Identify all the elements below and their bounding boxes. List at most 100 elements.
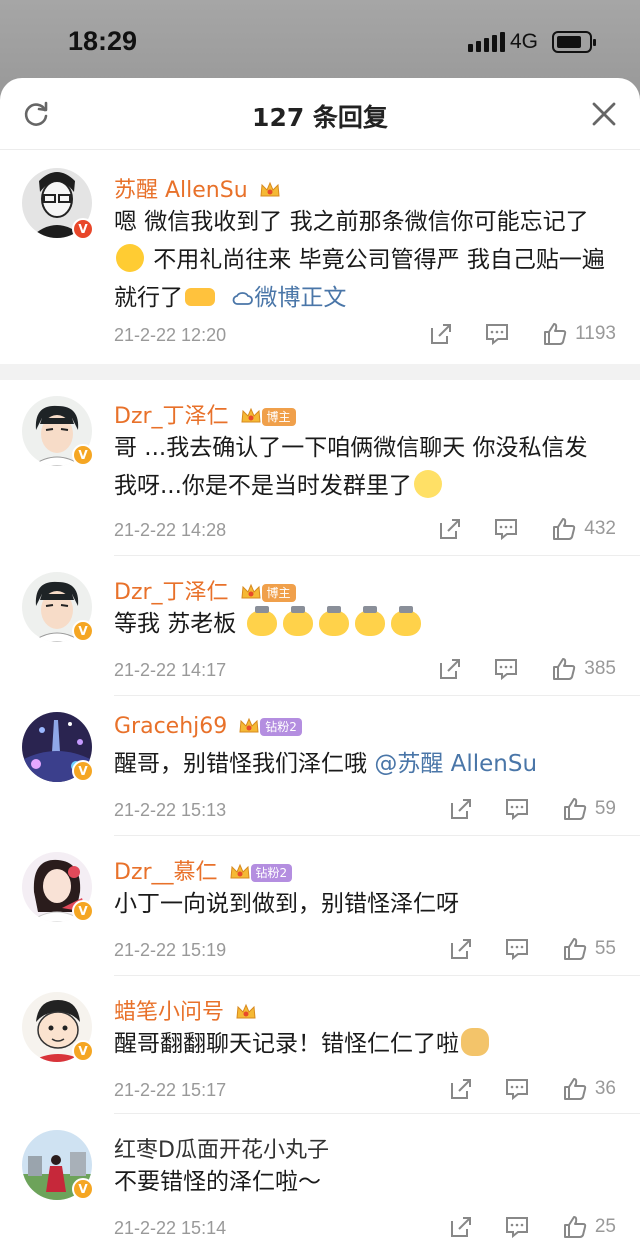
comment-icon[interactable] <box>505 937 529 961</box>
like-icon[interactable] <box>563 937 587 961</box>
share-icon[interactable] <box>449 1077 473 1101</box>
comment-text: 嗯 微信我收到了 我之前那条微信你可能忘记了 不用礼尚往来 毕竟公司管得严 我自… <box>114 209 605 311</box>
share-icon[interactable] <box>449 1215 473 1239</box>
share-icon[interactable] <box>449 937 473 961</box>
reply-author[interactable]: 红枣D瓜面开花小丸子 <box>114 1132 329 1164</box>
reply-actions: 432 <box>438 517 616 541</box>
like-icon[interactable] <box>563 797 587 821</box>
reply-text: 小丁一向说到做到，别错怪泽仁呀 <box>114 891 459 917</box>
reply-text: 醒哥翻翻聊天记录！错怪仁仁了啦 <box>114 1025 610 1063</box>
like-icon[interactable] <box>552 517 576 541</box>
reply-author[interactable]: Dzr_丁泽仁 博主 <box>114 574 296 606</box>
reply-item: V Dzr__慕仁 钻粉2 小丁一向说到做到，别错怪泽仁呀 21-2-22 15… <box>0 836 640 976</box>
smile-emoji <box>116 244 144 272</box>
reply-date: 21-2-22 15:13 <box>114 800 227 820</box>
reply-text: 哥 ...我去确认了一下咱俩微信聊天 你没私信发我呀...你是不是当时发群里了 <box>114 435 588 499</box>
blogger-tag: 博主 <box>261 408 296 426</box>
like-icon[interactable] <box>543 322 567 346</box>
reply-item: V Dzr_丁泽仁 博主 哥 ...我去确认了一下咱俩微信聊天 你没私信发我呀.… <box>0 380 640 556</box>
fan-level-tag: 钻粉2 <box>250 864 293 882</box>
sweat-emoji <box>413 470 442 498</box>
comment-icon[interactable] <box>505 797 529 821</box>
like-count: 432 <box>584 518 616 539</box>
verified-badge: V <box>72 620 94 642</box>
crown-icon <box>260 181 280 197</box>
doge-emoji <box>461 1028 489 1056</box>
crown-icon <box>240 407 261 423</box>
crown-icon <box>240 583 261 599</box>
reply-actions: 59 <box>449 797 616 821</box>
verified-badge: V <box>72 1040 94 1062</box>
crown-icon <box>236 1003 256 1019</box>
like-count: 36 <box>594 1078 616 1099</box>
share-icon[interactable] <box>449 797 473 821</box>
hammer-emoji <box>390 606 421 636</box>
crown-icon <box>229 863 250 879</box>
like-icon[interactable] <box>563 1215 587 1239</box>
verified-badge: V <box>72 760 94 782</box>
like-count: 1193 <box>575 323 616 344</box>
hammer-emoji <box>318 606 349 636</box>
comment-icon[interactable] <box>494 657 518 681</box>
comment-icon[interactable] <box>505 1077 529 1101</box>
close-icon[interactable] <box>590 100 618 128</box>
crown-icon <box>239 717 259 733</box>
share-icon[interactable] <box>438 657 462 681</box>
comment-icon[interactable] <box>494 517 518 541</box>
network-type: 4G <box>510 30 539 53</box>
reply-author[interactable]: Dzr__慕仁 钻粉2 <box>114 854 293 886</box>
reply-text: 醒哥，别错怪我们泽仁哦 @苏醒 AllenSu <box>114 751 538 777</box>
main-comment: V 苏醒 AllenSu 嗯 微信我收到了 我之前那条微信你可能忘记了 不用礼尚… <box>0 150 640 364</box>
sheet-header: 127 条回复 <box>0 78 640 150</box>
reply-text: 不要错怪的泽仁啦～ <box>114 1169 321 1195</box>
reply-item: V 蜡笔小问号 醒哥翻翻聊天记录！错怪仁仁了啦 21-2-22 15:17 36 <box>0 976 640 1114</box>
section-separator <box>0 364 640 380</box>
status-bar: 18:29 4G <box>0 0 640 80</box>
verified-badge: V <box>72 900 94 922</box>
reply-author[interactable]: Dzr_丁泽仁 博主 <box>114 398 296 430</box>
share-icon[interactable] <box>429 322 453 346</box>
comment-icon[interactable] <box>505 1215 529 1239</box>
reply-text: 等我 苏老板 <box>114 605 610 643</box>
verified-badge: V <box>72 444 94 466</box>
reply-author[interactable]: 蜡笔小问号 <box>114 994 257 1026</box>
reply-date: 21-2-22 15:19 <box>114 940 227 960</box>
reply-date: 21-2-22 14:17 <box>114 660 227 680</box>
hammer-emoji <box>246 606 277 636</box>
pointing-hand-emoji <box>185 288 215 306</box>
like-count: 385 <box>584 658 616 679</box>
reply-item: V Dzr_丁泽仁 博主 等我 苏老板 21-2-22 14:17 385 <box>0 556 640 696</box>
reply-actions: 55 <box>449 937 616 961</box>
status-time: 18:29 <box>68 26 138 56</box>
battery-icon <box>552 31 596 53</box>
share-icon[interactable] <box>438 517 462 541</box>
comment-actions: 1193 <box>429 322 616 346</box>
reply-actions: 385 <box>438 657 616 681</box>
reply-item: V 红枣D瓜面开花小丸子 不要错怪的泽仁啦～ 21-2-22 15:14 25 <box>0 1114 640 1253</box>
verified-badge: V <box>72 1178 94 1200</box>
comment-icon[interactable] <box>485 322 509 346</box>
cloud-icon <box>232 292 254 305</box>
mention-link[interactable]: @苏醒 AllenSu <box>374 751 537 777</box>
blogger-tag: 博主 <box>261 584 296 602</box>
like-icon[interactable] <box>552 657 576 681</box>
like-icon[interactable] <box>563 1077 587 1101</box>
like-count: 55 <box>594 938 616 959</box>
reply-actions: 25 <box>449 1215 616 1239</box>
like-count: 25 <box>594 1216 616 1237</box>
source-link[interactable]: 微博正文 <box>224 285 346 311</box>
like-count: 59 <box>594 798 616 819</box>
reply-date: 21-2-22 15:14 <box>114 1218 227 1238</box>
hammer-emoji <box>282 606 313 636</box>
comment-list: V 苏醒 AllenSu 嗯 微信我收到了 我之前那条微信你可能忘记了 不用礼尚… <box>0 150 640 1253</box>
comment-author[interactable]: 苏醒 AllenSu <box>114 172 281 204</box>
reply-author[interactable]: Gracehj69 钻粉2 <box>114 714 302 739</box>
reply-date: 21-2-22 14:28 <box>114 520 227 540</box>
sheet-title: 127 条回复 <box>252 103 388 132</box>
comment-date: 21-2-22 12:20 <box>114 325 227 345</box>
reply-date: 21-2-22 15:17 <box>114 1080 227 1100</box>
reply-actions: 36 <box>449 1077 616 1101</box>
fan-level-tag: 钻粉2 <box>260 718 302 736</box>
hammer-emoji <box>354 606 385 636</box>
signal-icon <box>468 32 505 52</box>
